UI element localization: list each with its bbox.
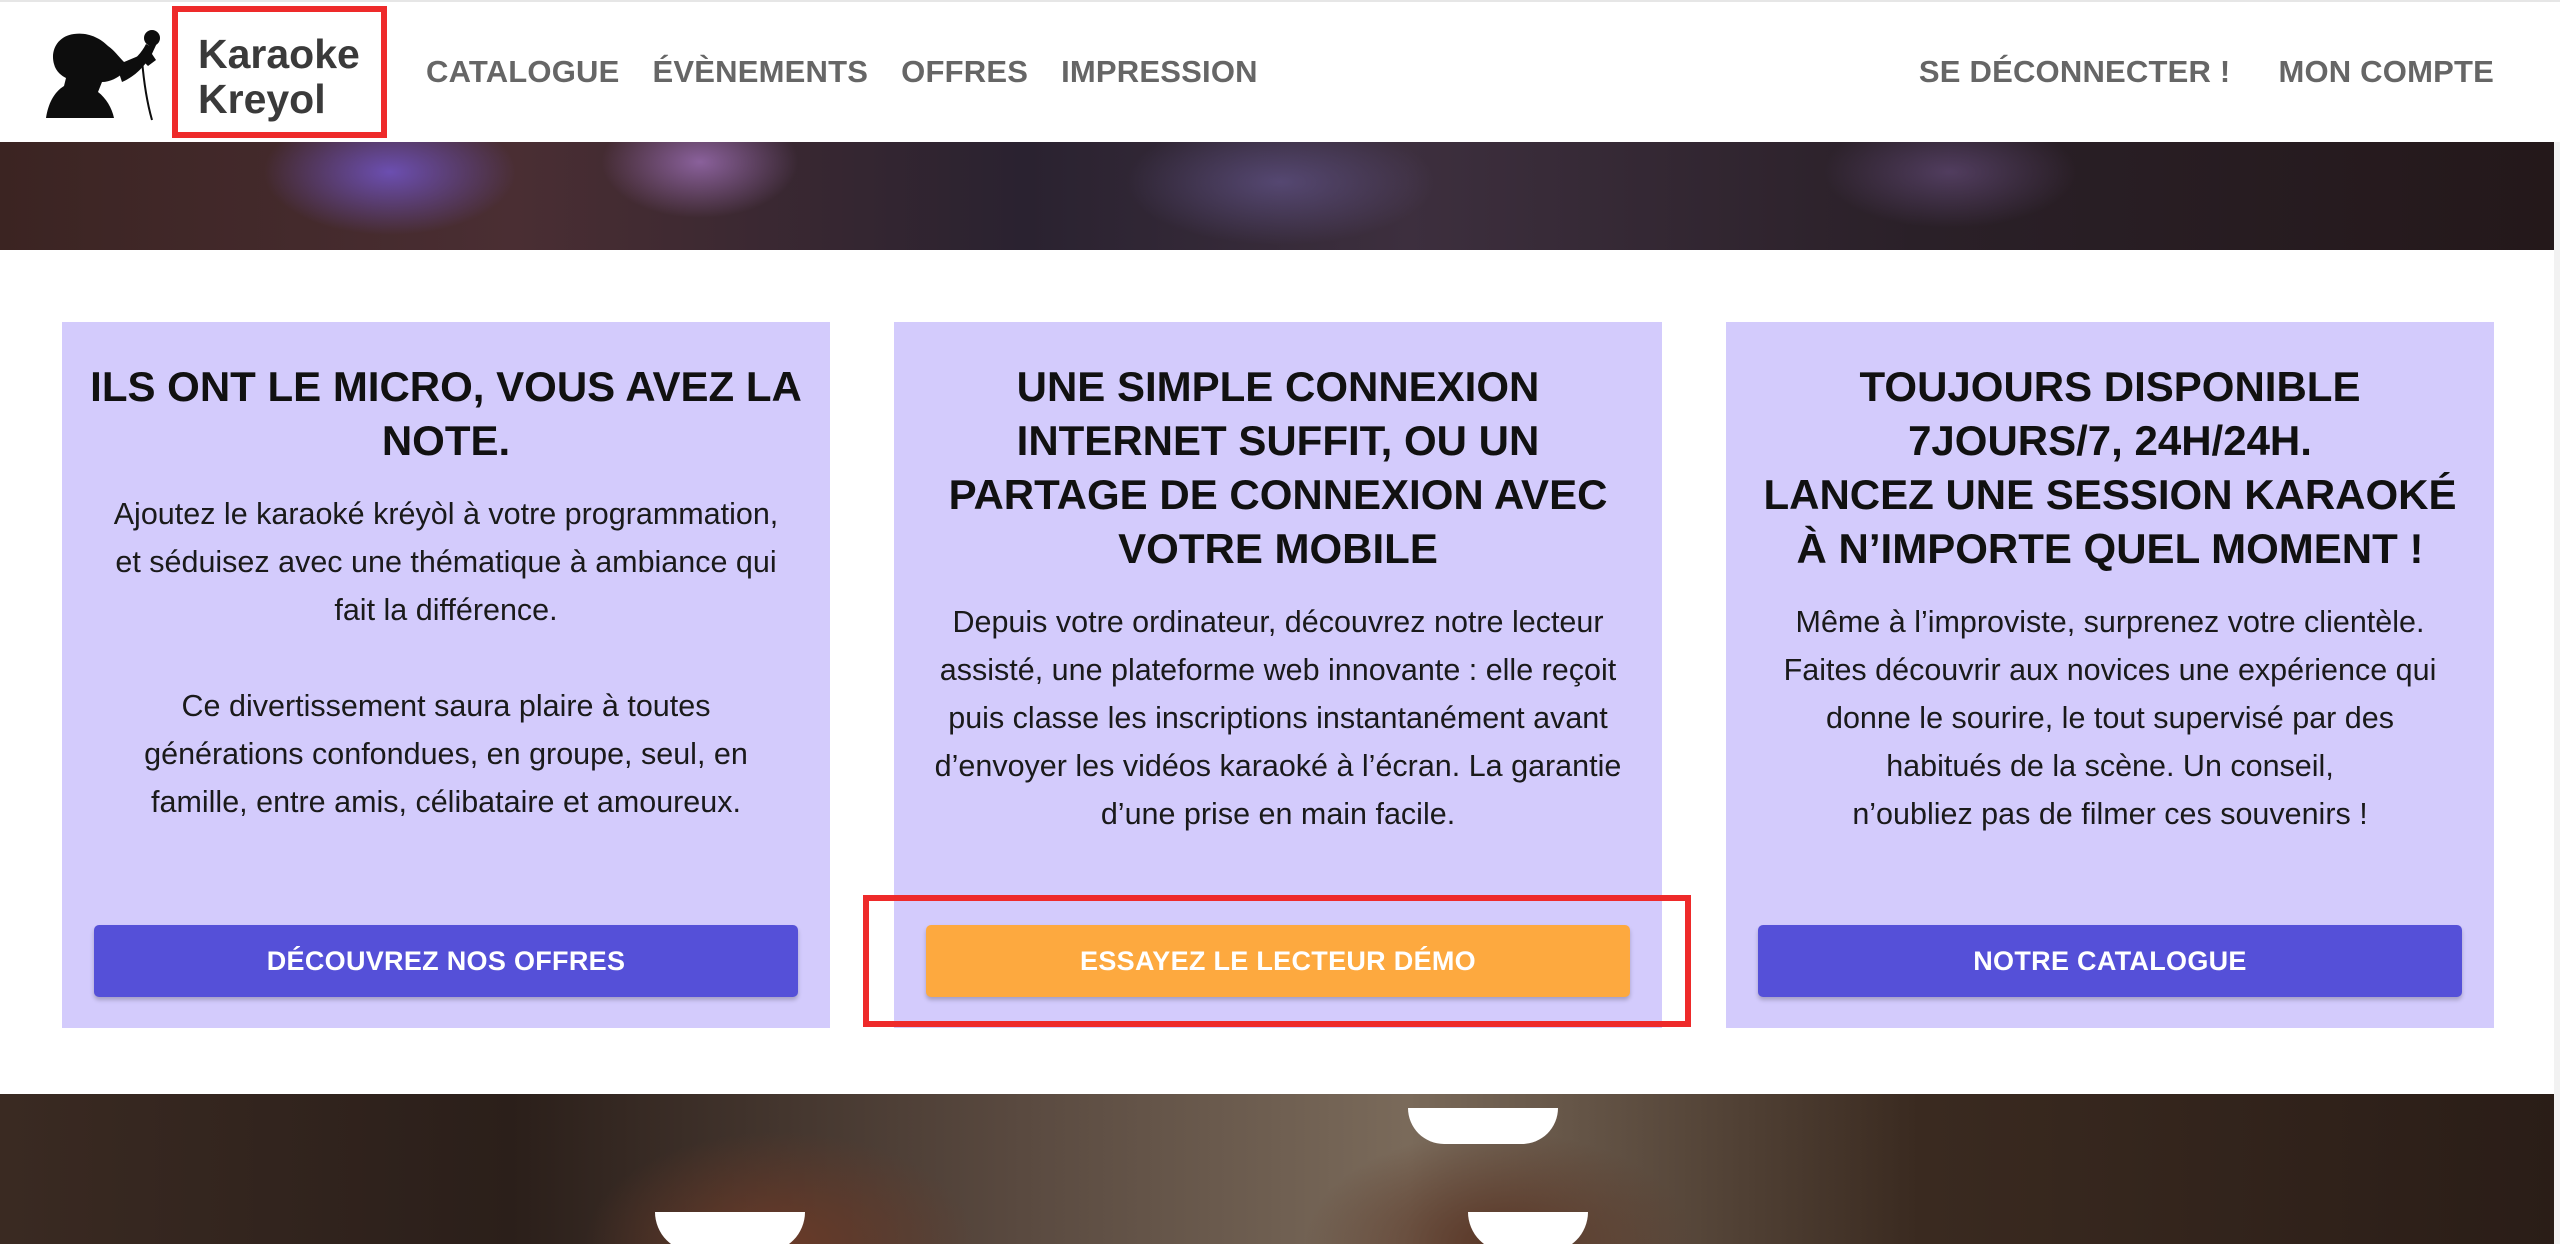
feature-card-micro: ILS ONT LE MICRO, VOUS AVEZ LA NOTE. Ajo…	[62, 322, 830, 1028]
card-paragraph: Ce divertissement saura plaire à toutes …	[144, 689, 748, 819]
nav-logout[interactable]: SE DÉCONNECTER !	[1919, 54, 2231, 90]
photo-detail	[1408, 1108, 1558, 1144]
laughing-people-photo	[0, 1094, 2560, 1244]
card-title: ILS ONT LE MICRO, VOUS AVEZ LA NOTE.	[90, 363, 802, 464]
card-title-line: TOUJOURS DISPONIBLE	[1859, 363, 2361, 410]
card-title: UNE SIMPLE CONNEXION INTERNET SUFFIT, OU…	[948, 363, 1608, 572]
card-body: Depuis votre ordinateur, découvrez notre…	[934, 598, 1622, 838]
main-nav: CATALOGUE ÉVÈNEMENTS OFFRES IMPRESSION	[426, 54, 1258, 90]
singer-silhouette-icon	[46, 30, 160, 121]
try-demo-player-button[interactable]: ESSAYEZ LE LECTEUR DÉMO	[926, 925, 1630, 997]
card-body: Ajoutez le karaoké kréyòl à votre progra…	[102, 490, 790, 826]
photo-detail	[1468, 1212, 1588, 1244]
logo-highlight-box: Karaoke Kreyol	[172, 6, 387, 138]
hero-photo-band	[0, 142, 2560, 250]
card-paragraph: Même à l’improviste, surprenez votre cli…	[1783, 605, 2437, 783]
nav-my-account[interactable]: MON COMPTE	[2278, 54, 2494, 90]
features-section: ILS ONT LE MICRO, VOUS AVEZ LA NOTE. Ajo…	[0, 250, 2560, 1094]
photo-detail	[655, 1212, 805, 1244]
nav-evenements[interactable]: ÉVÈNEMENTS	[653, 54, 869, 90]
scrollbar-track[interactable]	[2554, 142, 2560, 1244]
logo-text[interactable]: Karaoke Kreyol	[198, 32, 360, 122]
nav-catalogue[interactable]: CATALOGUE	[426, 54, 620, 90]
nav-offres[interactable]: OFFRES	[901, 54, 1028, 90]
card-paragraph: Depuis votre ordinateur, découvrez notre…	[934, 605, 1622, 831]
card-title: TOUJOURS DISPONIBLE 7JOURS/7, 24H/24H. L…	[1754, 360, 2466, 576]
card-title-line: À N’IMPORTE QUEL MOMENT !	[1796, 525, 2424, 572]
site-logo[interactable]: Karaoke Kreyol	[44, 6, 387, 138]
card-body: Même à l’improviste, surprenez votre cli…	[1766, 598, 2454, 838]
card-paragraph: n’oubliez pas de filmer ces souvenirs !	[1852, 797, 2368, 831]
nav-impression[interactable]: IMPRESSION	[1061, 54, 1258, 90]
site-header: Karaoke Kreyol CATALOGUE ÉVÈNEMENTS OFFR…	[0, 0, 2560, 142]
feature-card-connection: UNE SIMPLE CONNEXION INTERNET SUFFIT, OU…	[894, 322, 1662, 1028]
card-paragraph: Ajoutez le karaoké kréyòl à votre progra…	[113, 497, 779, 627]
card-title-line: LANCEZ UNE SESSION KARAOKÉ	[1763, 471, 2457, 518]
card-title-line: 7JOURS/7, 24H/24H.	[1908, 417, 2312, 464]
account-nav: SE DÉCONNECTER ! MON COMPTE	[1919, 54, 2494, 90]
discover-offers-button[interactable]: DÉCOUVREZ NOS OFFRES	[94, 925, 798, 997]
feature-card-availability: TOUJOURS DISPONIBLE 7JOURS/7, 24H/24H. L…	[1726, 322, 2494, 1028]
our-catalogue-button[interactable]: NOTRE CATALOGUE	[1758, 925, 2462, 997]
